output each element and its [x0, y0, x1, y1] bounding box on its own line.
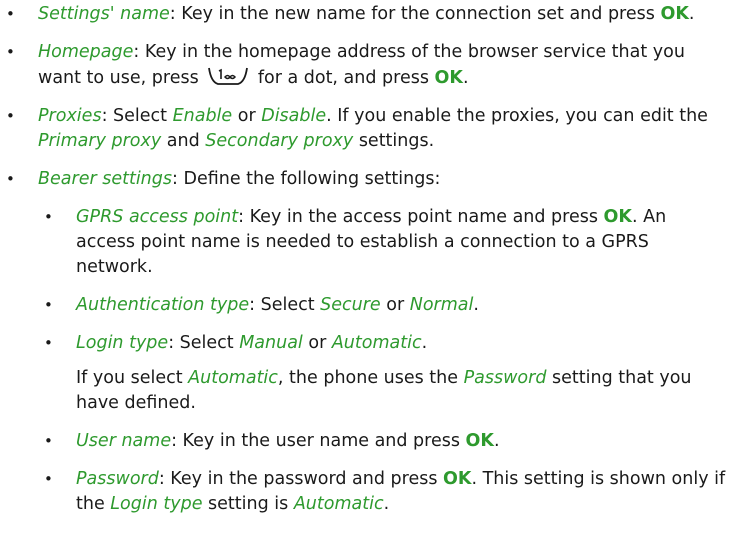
text: , the phone uses the: [277, 368, 464, 388]
text: : Select: [101, 106, 173, 126]
keyword-ok: OK: [434, 68, 463, 88]
keyword-ok: OK: [603, 207, 632, 227]
term: Password: [76, 469, 159, 489]
bullet: •: [44, 432, 53, 450]
option: Login type: [110, 494, 203, 514]
bullet: •: [6, 43, 15, 61]
term: Bearer settings: [38, 169, 173, 189]
option: Secure: [320, 295, 381, 315]
bullet: •: [44, 208, 53, 226]
keyword-ok: OK: [465, 431, 494, 451]
text: or: [232, 106, 262, 126]
text: .: [473, 295, 479, 315]
bullet: •: [44, 470, 53, 488]
text: . If you enable the proxies, you can edi…: [326, 106, 708, 126]
settings-list: • Settings' name: Key in the new name fo…: [0, 2, 728, 530]
bullet: •: [44, 334, 53, 352]
keyword-ok: OK: [443, 469, 472, 489]
term: Settings' name: [38, 4, 170, 24]
option: Disable: [261, 106, 327, 126]
list-item-proxies: • Proxies: Select Enable or Disable. If …: [0, 104, 728, 154]
bullet: •: [6, 107, 15, 125]
sub-item-login-type: • Login type: Select Manual or Automatic…: [38, 331, 728, 416]
option: Normal: [409, 295, 474, 315]
option: Automatic: [188, 368, 278, 388]
option: Secondary proxy: [205, 131, 354, 151]
text: : Key in the access point name and press: [238, 207, 604, 227]
text: .: [462, 68, 469, 88]
text: for a dot, and press: [252, 68, 435, 88]
sub-item-authentication-type: • Authentication type: Select Secure or …: [38, 293, 728, 318]
option: Enable: [172, 106, 233, 126]
keyword-ok: OK: [660, 4, 689, 24]
login-type-note: If you select Automatic, the phone uses …: [76, 366, 728, 416]
option: Automatic: [293, 494, 384, 514]
bullet: •: [6, 5, 15, 23]
key-1-icon: [206, 65, 250, 87]
option: Password: [463, 368, 547, 388]
text: : Key in the user name and press: [171, 431, 466, 451]
bearer-settings-sublist: • GPRS access point: Key in the access p…: [38, 205, 728, 517]
text: : Key in the password and press: [158, 469, 444, 489]
text: or: [302, 333, 332, 353]
bullet: •: [44, 296, 53, 314]
sub-item-gprs-access-point: • GPRS access point: Key in the access p…: [38, 205, 728, 280]
text: .: [493, 431, 500, 451]
term: Homepage: [38, 42, 134, 62]
term: User name: [76, 431, 172, 451]
sub-item-user-name: • User name: Key in the user name and pr…: [38, 429, 728, 454]
text: and: [161, 131, 206, 151]
text: setting is: [202, 494, 294, 514]
text: : Key in the new name for the connection…: [169, 4, 661, 24]
option: Automatic: [331, 333, 422, 353]
text: settings.: [353, 131, 435, 151]
term: Authentication type: [76, 295, 250, 315]
text: or: [380, 295, 410, 315]
text: : Select: [249, 295, 321, 315]
text: : Select: [168, 333, 240, 353]
sub-item-password: • Password: Key in the password and pres…: [38, 467, 728, 517]
option: Manual: [239, 333, 303, 353]
text: .: [421, 333, 428, 353]
option: Primary proxy: [38, 131, 162, 151]
list-item-bearer-settings: • Bearer settings: Define the following …: [0, 167, 728, 517]
list-item-homepage: • Homepage: Key in the homepage address …: [0, 40, 728, 91]
term: Login type: [76, 333, 169, 353]
term: GPRS access point: [76, 207, 239, 227]
manual-page: • Settings' name: Key in the new name fo…: [0, 0, 732, 541]
term: Proxies: [38, 106, 102, 126]
text: If you select: [76, 368, 189, 388]
text: .: [688, 4, 695, 24]
bullet: •: [6, 170, 15, 188]
text: : Define the following settings:: [172, 169, 441, 189]
text: .: [383, 494, 390, 514]
list-item-settings-name: • Settings' name: Key in the new name fo…: [0, 2, 728, 27]
